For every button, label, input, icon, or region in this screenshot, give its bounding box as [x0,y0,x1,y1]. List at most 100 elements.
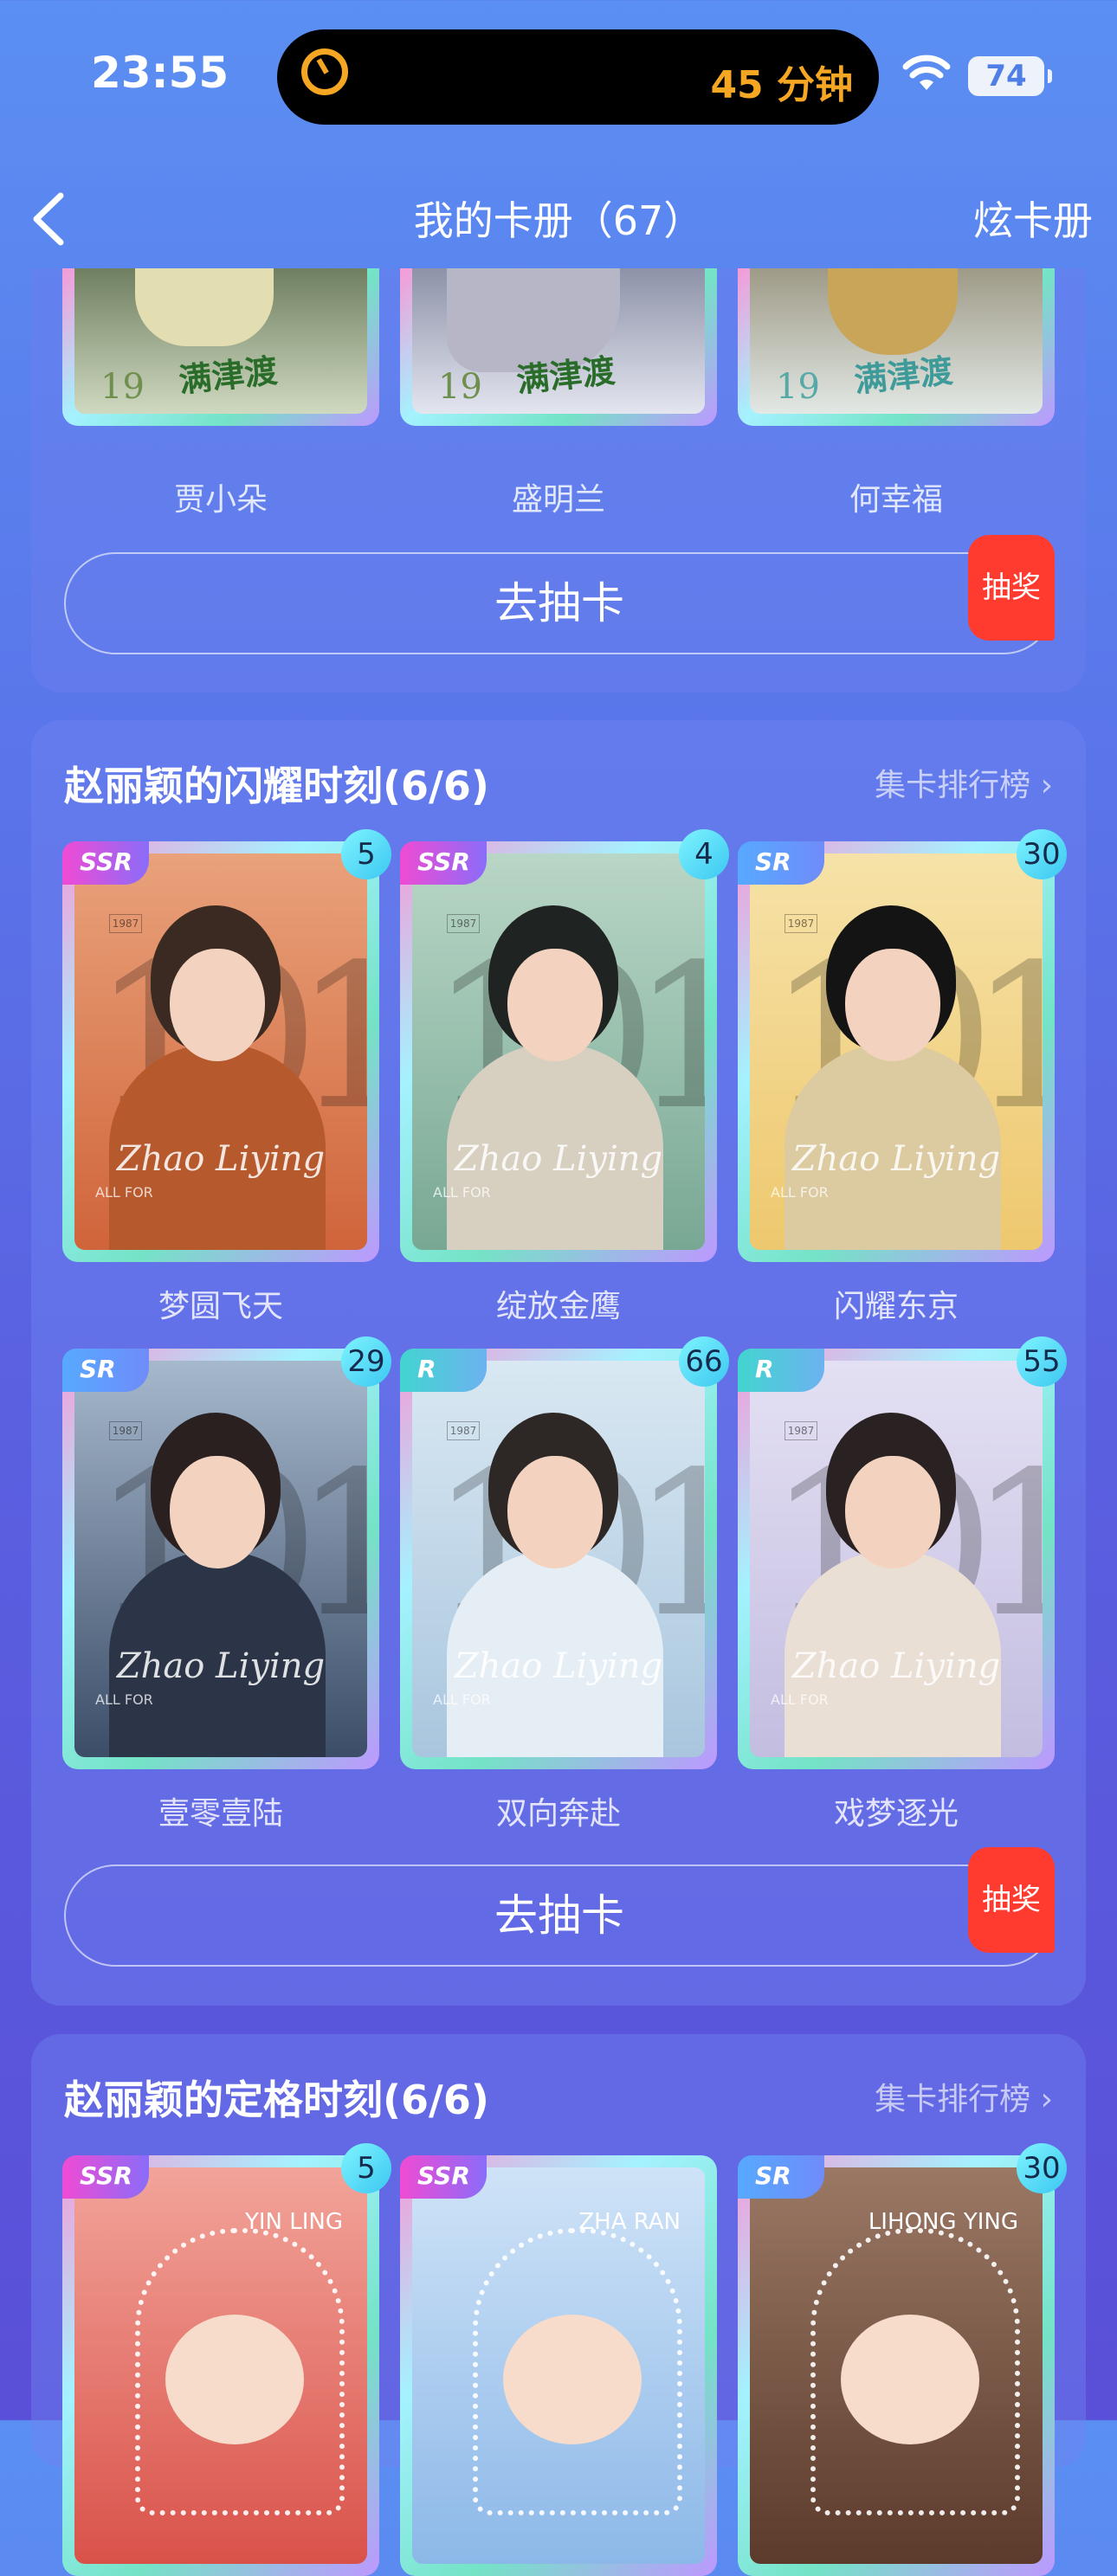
card-brand: Zhao Liying [116,1139,326,1179]
card-image: 10161987Zhao LiyingALL FOR [412,853,705,1250]
card-image: 10161987Zhao LiyingALL FOR [750,1361,1043,1757]
card-brand: Zhao Liying [116,1646,326,1686]
card-count-badge: 5 [341,829,391,879]
card-art [828,268,958,355]
rarity-badge: SSR [400,841,487,885]
portrait-face [170,949,265,1061]
portrait-face [507,949,603,1061]
collection-ranking-link[interactable]: 集卡排行榜 › [875,760,1053,805]
rarity-badge: SSR [62,2155,149,2199]
card-count-badge: 30 [1017,2143,1067,2193]
card-name: 绽放金鹰 [495,1289,621,1324]
card-image: 10161987Zhao LiyingALL FOR [412,1361,705,1757]
card-jiaxiaoduo[interactable]: 满津渡 19 [62,268,379,426]
battery-indicator: 74 [968,56,1052,96]
card-brand: 满津渡 [177,351,280,400]
card-label: ZHA RAN [578,2209,681,2235]
chevron-right-icon: › [1040,2082,1053,2117]
show-album-button[interactable]: 炫卡册 [973,182,1093,260]
card-year: 19 [100,367,145,407]
section-title: 赵丽颖的闪耀时刻(6/6) [64,763,489,809]
chevron-right-icon: › [1040,768,1053,803]
card-tag: 1987 [447,914,480,933]
card-name: 何幸福 [849,482,943,518]
card-image: 满津渡 19 [412,268,705,414]
card-brand: Zhao Liying [454,1646,663,1686]
card-name: 戏梦逐光 [833,1796,959,1832]
card-shengminglan[interactable]: 满津渡 19 [400,268,717,426]
collection-card[interactable]: 10161987Zhao LiyingALL FORSR30 [738,829,1067,1262]
card-sub: ALL FOR [433,1691,491,1708]
card-sub: ALL FOR [771,1184,829,1201]
card-count-badge: 55 [1017,1336,1067,1387]
card-brand: Zhao Liying [791,1139,1001,1179]
portrait-face [507,1456,603,1568]
chibi-face [841,2315,979,2444]
status-bar: 23:55 45 分钟 74 [0,0,1117,147]
rarity-badge: SSR [62,841,149,885]
rarity-badge: SR [738,841,824,885]
card-section-1: 满津渡 19 满津渡 19 满津渡 19 贾小朵 盛明兰 何幸福 去抽卡 抽奖 [31,268,1086,692]
card-brand: 满津渡 [514,351,617,400]
card-hexingfu[interactable]: 满津渡 19 [738,268,1055,426]
timer-text: 45 分钟 [710,63,853,107]
collection-card[interactable]: 10161987Zhao LiyingALL FORSSR5 [62,829,391,1262]
card-image: 满津渡 19 [750,268,1043,414]
card-section-shining-moments: 赵丽颖的闪耀时刻(6/6) 集卡排行榜 › 10161987Zhao Liyin… [31,720,1086,2006]
card-sub: ALL FOR [95,1691,153,1708]
collection-card[interactable]: YIN LING SSR 5 [62,2143,391,2576]
card-brand: 满津渡 [852,351,955,400]
dynamic-island[interactable]: 45 分钟 [277,29,879,125]
ranking-label: 集卡排行榜 [875,768,1031,803]
collection-card[interactable]: 10161987Zhao LiyingALL FORSR29 [62,1336,391,1769]
collection-card[interactable]: 10161987Zhao LiyingALL FORR55 [738,1336,1067,1769]
page-title: 我的卡册（67） [413,197,704,244]
card-name: 闪耀东京 [833,1289,959,1324]
ranking-label: 集卡排行榜 [875,2082,1031,2117]
card-name: 贾小朵 [173,482,268,518]
card-count-badge: 66 [679,1336,729,1387]
lottery-tag: 抽奖 [968,535,1055,641]
card-tag: 1987 [109,1421,142,1440]
portrait-face [845,949,940,1061]
card-image: 10161987Zhao LiyingALL FOR [750,853,1043,1250]
card-brand: Zhao Liying [791,1646,1001,1686]
collection-card[interactable]: 10161987Zhao LiyingALL FORR66 [400,1336,729,1769]
card-brand: Zhao Liying [454,1139,663,1179]
card-name: 双向奔赴 [495,1796,621,1832]
rarity-badge: R [400,1349,487,1392]
card-count-badge: 29 [341,1336,391,1387]
card-tag: 1987 [447,1421,480,1440]
card-sub: ALL FOR [433,1184,491,1201]
draw-card-button[interactable]: 去抽卡 抽奖 [64,1847,1055,1967]
rarity-badge: SR [738,2155,824,2199]
card-tag: 1987 [784,1421,817,1440]
rarity-badge: SR [62,1349,149,1392]
card-image: 10161987Zhao LiyingALL FOR [74,853,367,1250]
wifi-icon [902,55,951,90]
card-image: 10161987Zhao LiyingALL FOR [74,1361,367,1757]
collection-card[interactable]: 10161987Zhao LiyingALL FORSSR4 [400,829,729,1262]
card-image: 满津渡 19 [74,268,367,414]
card-section-frozen-moments: 赵丽颖的定格时刻(6/6) 集卡排行榜 › YIN LING SSR 5 ZHA RA… [31,2034,1086,2576]
collection-card[interactable]: LIHONG YING SR 30 [738,2143,1067,2576]
portrait-face [170,1456,265,1568]
card-count-badge: 5 [341,2143,391,2193]
card-art [135,268,274,346]
card-image: LIHONG YING [750,2167,1043,2564]
rarity-badge: R [738,1349,824,1392]
card-count-badge: 4 [679,829,729,879]
card-count-badge: 30 [1017,829,1067,879]
card-name: 梦圆飞天 [158,1289,283,1324]
section-title: 赵丽颖的定格时刻(6/6) [64,2077,489,2123]
portrait-face [845,1456,940,1568]
card-sub: ALL FOR [95,1184,153,1201]
card-label: YIN LING [244,2209,343,2235]
collection-card[interactable]: ZHA RAN SSR [400,2155,717,2576]
card-name: 盛明兰 [511,482,605,518]
collection-ranking-link[interactable]: 集卡排行榜 › [875,2074,1053,2119]
card-year: 19 [438,367,482,407]
card-tag: 1987 [109,914,142,933]
draw-card-button[interactable]: 去抽卡 抽奖 [64,535,1055,654]
status-time: 23:55 [91,48,229,98]
